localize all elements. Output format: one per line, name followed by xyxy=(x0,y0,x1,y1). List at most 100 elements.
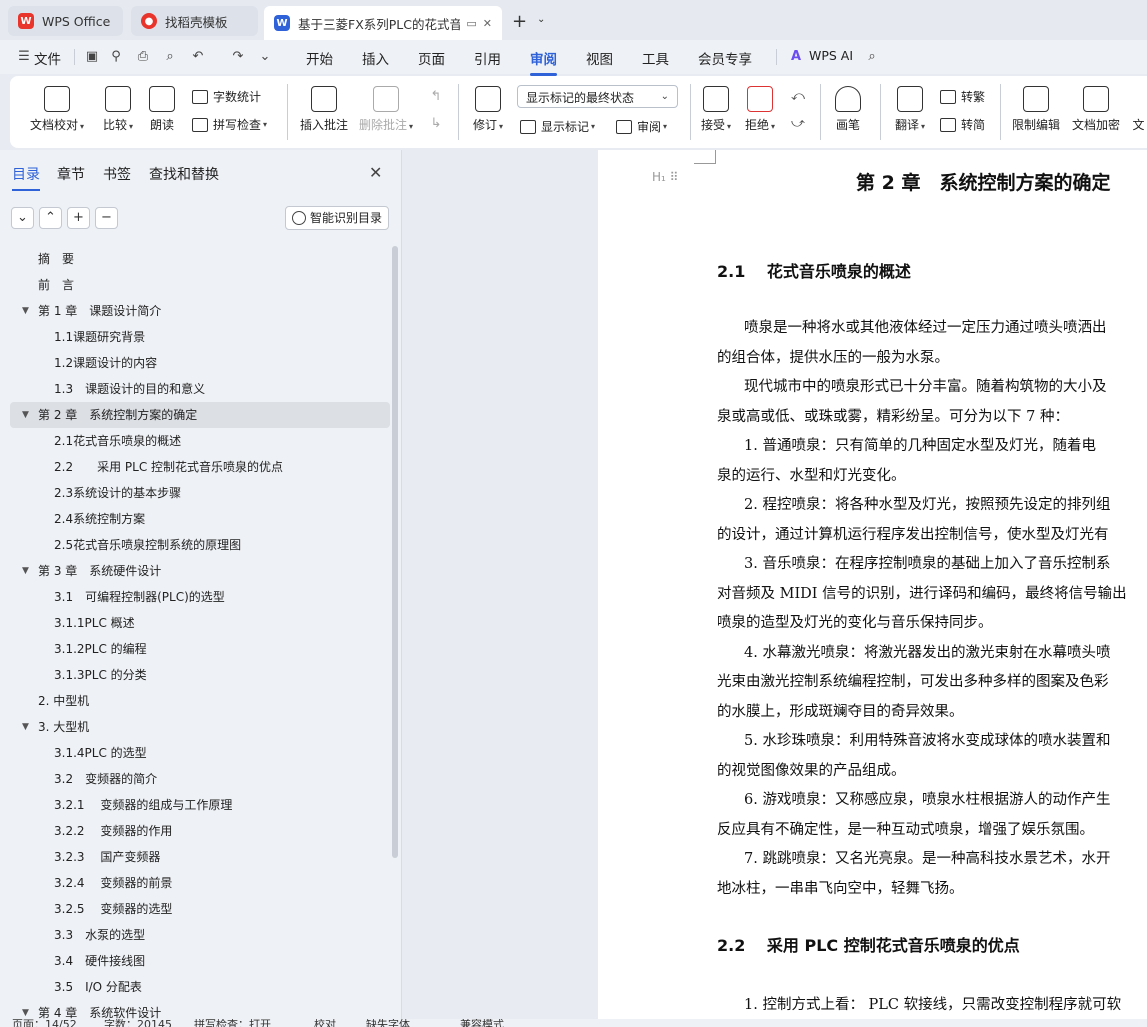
print-preview-icon[interactable]: ⌕ xyxy=(162,49,178,65)
menu-page[interactable]: 页面 xyxy=(418,48,445,68)
add-heading-button[interactable]: + xyxy=(67,207,90,229)
show-markup-button[interactable]: 显示标记 ▾ xyxy=(520,118,595,135)
document-page[interactable]: H₁ ⠿ 第 2 章 系统控制方案的确定 2.1 花式音乐喷泉的概述 喷泉是一种… xyxy=(598,150,1147,1027)
review-pane-button[interactable]: 审阅 ▾ xyxy=(616,118,667,135)
read-aloud-button[interactable]: 朗读 xyxy=(146,86,178,133)
doc-encrypt-button[interactable]: 文档加密 xyxy=(1070,86,1122,133)
status-page[interactable]: 页面：14/52 xyxy=(12,1019,77,1027)
menu-tools[interactable]: 工具 xyxy=(642,48,669,68)
toc-item[interactable]: 3.1.1PLC 概述 xyxy=(10,610,390,636)
undo-icon[interactable]: ↶ xyxy=(190,49,206,65)
reject-button[interactable]: 拒绝 ▾ xyxy=(742,86,778,133)
restrict-edit-button[interactable]: 限制编辑 xyxy=(1010,86,1062,133)
toc-item[interactable]: 3.2.2 变频器的作用 xyxy=(10,818,390,844)
to-simplified-button[interactable]: 转简 xyxy=(940,116,985,133)
toc-item[interactable]: 3.1.2PLC 的编程 xyxy=(10,636,390,662)
menu-insert[interactable]: 插入 xyxy=(362,48,389,68)
toc-item[interactable]: ▼ 3. 大型机 xyxy=(10,714,390,740)
toc-item[interactable]: 2.2 采用 PLC 控制花式音乐喷泉的优点 xyxy=(10,454,390,480)
redo-icon[interactable]: ↷ xyxy=(230,49,246,65)
smart-toc-button[interactable]: 智能识别目录 xyxy=(285,206,389,230)
toc-item[interactable]: 2.5花式音乐喷泉控制系统的原理图 xyxy=(10,532,390,558)
collapse-down-button[interactable]: ⌄ xyxy=(11,207,34,229)
toc-item[interactable]: 2.1花式音乐喷泉的概述 xyxy=(10,428,390,454)
status-words[interactable]: 字数：20145 xyxy=(104,1019,172,1027)
toc-item[interactable]: 3.4 硬件接线图 xyxy=(10,948,390,974)
toc-item[interactable]: 2.3系统设计的基本步骤 xyxy=(10,480,390,506)
toc-item[interactable]: 1.3 课题设计的目的和意义 xyxy=(10,376,390,402)
heading-drag-handle-icon[interactable]: H₁ ⠿ xyxy=(652,170,678,184)
toc-item[interactable]: 3.2.3 国产变频器 xyxy=(10,844,390,870)
menu-references[interactable]: 引用 xyxy=(474,48,501,68)
hamburger-menu-icon[interactable]: ☰ xyxy=(16,49,32,65)
toc-item[interactable]: 2. 中型机 xyxy=(10,688,390,714)
toc-item[interactable]: 3.5 I/O 分配表 xyxy=(10,974,390,1000)
link-icon[interactable]: ⚲ xyxy=(108,49,124,65)
compare-button[interactable]: 比较 ▾ xyxy=(96,86,140,133)
remove-heading-button[interactable]: − xyxy=(95,207,118,229)
insert-comment-button[interactable]: 插入批注 xyxy=(298,86,350,133)
toc-item[interactable]: 1.2课题设计的内容 xyxy=(10,350,390,376)
nav-tab-sections[interactable]: 章节 xyxy=(57,164,85,184)
toc-item[interactable]: 3.2.1 变频器的组成与工作原理 xyxy=(10,792,390,818)
menu-review[interactable]: 审阅 xyxy=(530,48,557,76)
tab-wps-office[interactable]: W WPS Office xyxy=(8,6,123,36)
prev-comment-icon[interactable]: ↰ xyxy=(428,89,444,105)
new-tab-button[interactable]: + xyxy=(512,11,527,32)
expand-toggle-icon[interactable]: ▼ xyxy=(22,558,29,584)
status-missing-font[interactable]: 缺失字体 xyxy=(366,1019,410,1027)
tab-templates[interactable]: ● 找稻壳模板 xyxy=(131,6,258,36)
expand-toggle-icon[interactable]: ▼ xyxy=(22,714,29,740)
toc-item[interactable]: 3.1.3PLC 的分类 xyxy=(10,662,390,688)
chevron-down-icon[interactable]: ⌄ xyxy=(537,14,545,25)
tab-document[interactable]: W 基于三菱FX系列PLC的花式音乐喷泉控制系统设计 ▭ ✕ xyxy=(264,6,502,40)
close-icon[interactable]: ✕ xyxy=(483,17,492,30)
markup-state-select[interactable]: 显示标记的最终状态 ⌄ xyxy=(517,85,678,108)
nav-tab-find-replace[interactable]: 查找和替换 xyxy=(149,164,219,184)
toc-item[interactable]: 3.1.4PLC 的选型 xyxy=(10,740,390,766)
toc-item[interactable]: 3.2.4 变频器的前景 xyxy=(10,870,390,896)
collapse-up-button[interactable]: ⌃ xyxy=(39,207,62,229)
menu-home[interactable]: 开始 xyxy=(306,48,333,68)
translate-button[interactable]: 翻译 ▾ xyxy=(890,86,930,133)
close-icon[interactable]: ✕ xyxy=(369,163,382,182)
toc-item[interactable]: ▼ 第 3 章 系统硬件设计 xyxy=(10,558,390,584)
toc-item[interactable]: 3.3 水泵的选型 xyxy=(10,922,390,948)
toc-item[interactable]: 2.4系统控制方案 xyxy=(10,506,390,532)
save-icon[interactable]: ▣ xyxy=(84,49,100,65)
accept-button[interactable]: 接受 ▾ xyxy=(698,86,734,133)
toc-item[interactable]: ▼ 第 1 章 课题设计简介 xyxy=(10,298,390,324)
monitor-icon[interactable]: ▭ xyxy=(466,17,476,30)
next-change-icon[interactable]: ⤻ xyxy=(790,116,806,132)
nav-tab-toc[interactable]: 目录 xyxy=(12,164,40,191)
next-comment-icon[interactable]: ↳ xyxy=(428,116,444,132)
to-traditional-button[interactable]: 转繁 xyxy=(940,88,985,105)
word-count-button[interactable]: 字数统计 xyxy=(192,88,261,105)
chevron-down-icon[interactable]: ⌄ xyxy=(257,49,273,65)
doc-check-button[interactable]: 文档校对 ▾ xyxy=(28,86,86,133)
menu-member[interactable]: 会员专享 xyxy=(698,48,752,68)
toc-item[interactable]: 前 言 xyxy=(10,272,390,298)
expand-toggle-icon[interactable]: ▼ xyxy=(22,298,29,324)
pen-button[interactable]: 画笔 xyxy=(833,86,863,133)
print-icon[interactable]: ⎙ xyxy=(135,49,151,65)
menu-view[interactable]: 视图 xyxy=(586,48,613,68)
status-proof[interactable]: 校对 xyxy=(314,1019,336,1027)
menu-file[interactable]: 文件 xyxy=(34,48,61,68)
toc-item[interactable]: 3.1 可编程控制器(PLC)的选型 xyxy=(10,584,390,610)
toc-scrollbar[interactable] xyxy=(392,246,398,858)
toc-item[interactable]: 3.2.5 变频器的选型 xyxy=(10,896,390,922)
toc-item[interactable]: 1.1课题研究背景 xyxy=(10,324,390,350)
nav-tab-bookmarks[interactable]: 书签 xyxy=(103,164,131,184)
expand-toggle-icon[interactable]: ▼ xyxy=(22,402,29,428)
spell-check-button[interactable]: 拼写检查 ▾ xyxy=(192,116,267,133)
search-icon[interactable]: ⌕ xyxy=(864,49,880,65)
doc-more-button[interactable]: 文 xyxy=(1130,86,1147,133)
revise-button[interactable]: 修订 ▾ xyxy=(468,86,508,133)
prev-change-icon[interactable]: ⤺ xyxy=(790,89,806,105)
toc-item[interactable]: 3.2 变频器的简介 xyxy=(10,766,390,792)
menu-wps-ai[interactable]: WPS AI xyxy=(809,48,853,63)
status-spell[interactable]: 拼写检查：打开 xyxy=(194,1019,271,1027)
toc-item[interactable]: 摘 要 xyxy=(10,246,390,272)
delete-comment-button[interactable]: 删除批注 ▾ xyxy=(358,86,414,133)
